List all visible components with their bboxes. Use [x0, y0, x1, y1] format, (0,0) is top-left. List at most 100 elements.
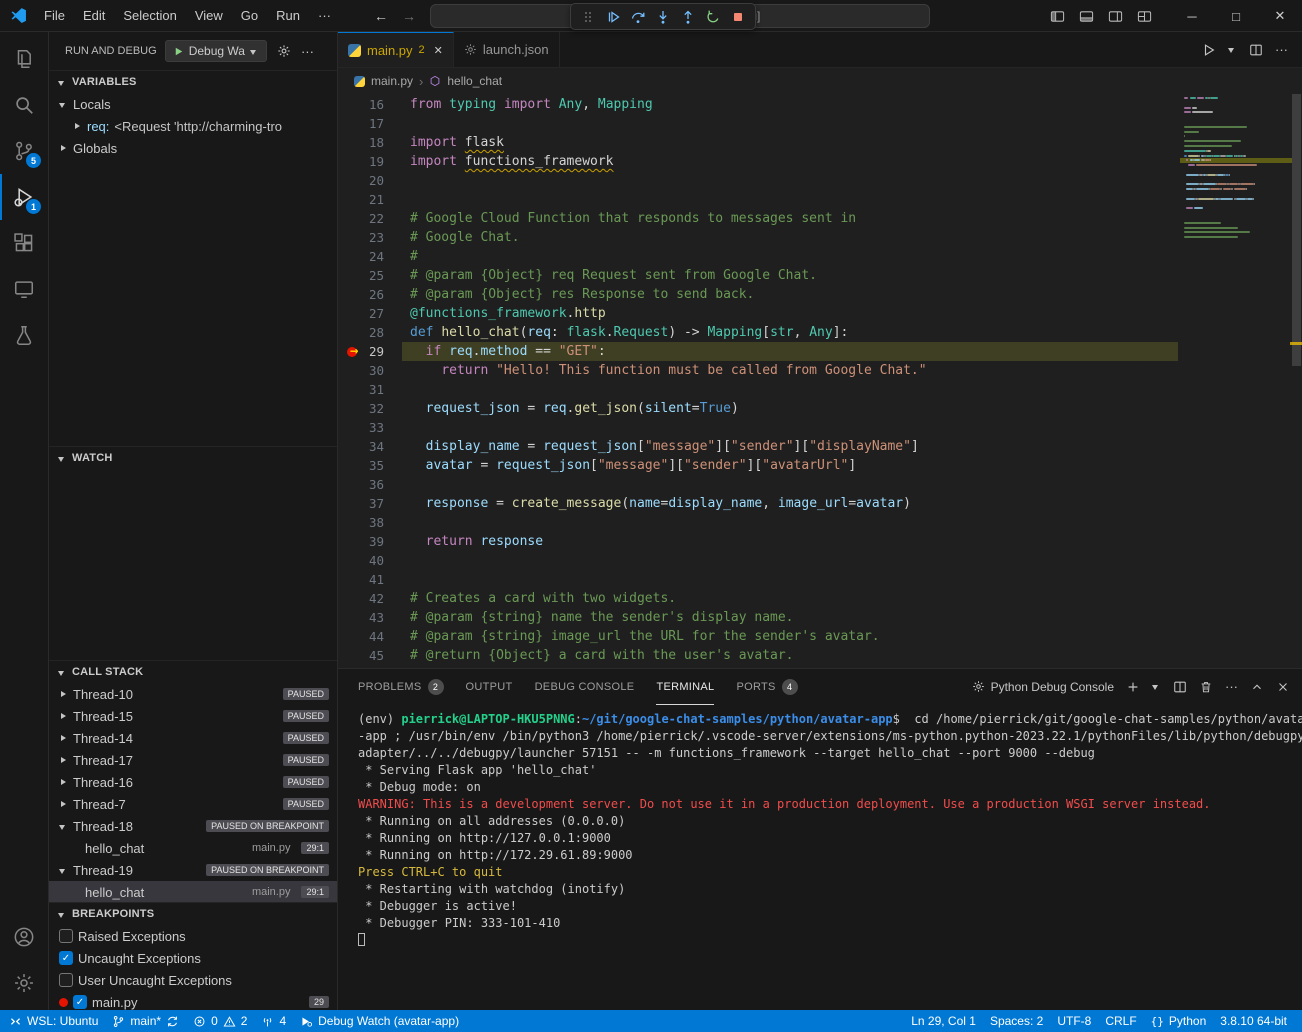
callstack-row-hello_chat[interactable]: hello_chatmain.py29:1 [49, 837, 337, 859]
debug-status[interactable]: Debug Watch (avatar-app) [293, 1010, 466, 1032]
gutter-17[interactable]: 17 [338, 114, 402, 133]
code-line-22[interactable]: 22# Google Cloud Function that responds … [338, 209, 1178, 228]
code-line-16[interactable]: 16from typing import Any, Mapping [338, 95, 1178, 114]
encoding-setting[interactable]: UTF-8 [1050, 1010, 1098, 1032]
tab-main-py[interactable]: main.py 2 ✕ [338, 32, 454, 67]
gutter-16[interactable]: 16 [338, 95, 402, 114]
python-interpreter[interactable]: 3.8.10 64-bit [1213, 1010, 1294, 1032]
code-line-36[interactable]: 36 [338, 475, 1178, 494]
code-line-31[interactable]: 31 [338, 380, 1178, 399]
code-line-19[interactable]: 19import functions_framework [338, 152, 1178, 171]
gutter-34[interactable]: 34 [338, 437, 402, 456]
terminal-output[interactable]: (env) pierrick@LAPTOP-HKU5PNNG:~/git/goo… [338, 704, 1302, 1010]
launch-config-dropdown[interactable]: Debug Wa [165, 40, 267, 62]
gutter-35[interactable]: 35 [338, 456, 402, 475]
callstack-row-thread-16[interactable]: Thread-16PAUSED [49, 771, 337, 793]
breakpoint-checkbox[interactable]: ✓ [59, 951, 73, 965]
code-line-33[interactable]: 33 [338, 418, 1178, 437]
variable-row-globals[interactable]: Globals [49, 137, 337, 159]
gutter-31[interactable]: 31 [338, 380, 402, 399]
explorer-icon[interactable] [0, 36, 48, 82]
callstack-row-thread-15[interactable]: Thread-15PAUSED [49, 705, 337, 727]
code-line-20[interactable]: 20 [338, 171, 1178, 190]
code-line-29[interactable]: →29 if req.method == "GET": [338, 342, 1178, 361]
gutter-36[interactable]: 36 [338, 475, 402, 494]
gutter-40[interactable]: 40 [338, 551, 402, 570]
menu-item-5[interactable]: Run [267, 0, 309, 32]
gutter-19[interactable]: 19 [338, 152, 402, 171]
code-line-37[interactable]: 37 response = create_message(name=displa… [338, 494, 1178, 513]
kill-terminal-icon[interactable] [1199, 680, 1213, 694]
code-line-25[interactable]: 25# @param {Object} req Request sent fro… [338, 266, 1178, 285]
panel-tab-problems[interactable]: PROBLEMS2 [358, 669, 444, 704]
run-file-icon[interactable] [1202, 43, 1216, 57]
branch-indicator[interactable]: main* [105, 1010, 186, 1032]
step-over-icon[interactable] [627, 6, 649, 28]
variables-header[interactable]: VARIABLES [49, 71, 337, 93]
code-line-45[interactable]: 45# @return {Object} a card with the use… [338, 646, 1178, 665]
breakpoint-checkbox[interactable] [59, 973, 73, 987]
code-line-21[interactable]: 21 [338, 190, 1178, 209]
code-line-42[interactable]: 42# Creates a card with two widgets. [338, 589, 1178, 608]
close-tab-icon[interactable]: ✕ [434, 44, 443, 57]
gutter-22[interactable]: 22 [338, 209, 402, 228]
gutter-25[interactable]: 25 [338, 266, 402, 285]
eol-setting[interactable]: CRLF [1098, 1010, 1143, 1032]
code-line-18[interactable]: 18import flask [338, 133, 1178, 152]
menu-item-2[interactable]: Selection [114, 0, 185, 32]
gutter-45[interactable]: 45 [338, 646, 402, 665]
restart-icon[interactable] [702, 6, 724, 28]
gutter-18[interactable]: 18 [338, 133, 402, 152]
breakpoints-header[interactable]: BREAKPOINTS [49, 903, 337, 925]
code-line-27[interactable]: 27@functions_framework.http [338, 304, 1178, 323]
code-line-17[interactable]: 17 [338, 114, 1178, 133]
breadcrumb-file[interactable]: main.py [371, 74, 413, 88]
indentation-setting[interactable]: Spaces: 2 [983, 1010, 1050, 1032]
gutter-21[interactable]: 21 [338, 190, 402, 209]
scrollbar-thumb[interactable] [1292, 94, 1301, 366]
run-dropdown-icon[interactable] [1228, 45, 1237, 54]
watch-header[interactable]: WATCH [49, 447, 337, 469]
step-out-icon[interactable] [677, 6, 699, 28]
gutter-39[interactable]: 39 [338, 532, 402, 551]
callstack-row-thread-19[interactable]: Thread-19PAUSED ON BREAKPOINT [49, 859, 337, 881]
customize-layout-icon[interactable] [1137, 9, 1152, 24]
panel-tab-terminal[interactable]: TERMINAL [656, 670, 714, 705]
nav-back-icon[interactable]: ← [374, 8, 388, 24]
menu-item-6[interactable]: ··· [309, 0, 340, 32]
gutter-20[interactable]: 20 [338, 171, 402, 190]
accounts-icon[interactable] [0, 914, 48, 960]
menu-item-4[interactable]: Go [232, 0, 267, 32]
split-editor-icon[interactable] [1249, 43, 1263, 57]
debug-settings-gear-icon[interactable] [277, 44, 291, 58]
menu-item-3[interactable]: View [186, 0, 232, 32]
continue-icon[interactable] [602, 6, 624, 28]
ports-indicator[interactable]: 4 [254, 1010, 293, 1032]
code-line-41[interactable]: 41 [338, 570, 1178, 589]
code-line-24[interactable]: 24# [338, 247, 1178, 266]
code-line-44[interactable]: 44# @param {string} image_url the URL fo… [338, 627, 1178, 646]
panel-tab-output[interactable]: OUTPUT [466, 669, 513, 704]
code-line-43[interactable]: 43# @param {string} name the sender's di… [338, 608, 1178, 627]
minimap[interactable] [1184, 97, 1288, 241]
settings-gear-icon[interactable] [0, 960, 48, 1006]
callstack-row-hello_chat[interactable]: hello_chatmain.py29:1 [49, 881, 337, 902]
run-and-debug-icon[interactable]: 1 [0, 174, 48, 220]
toggle-panel-icon[interactable] [1079, 9, 1094, 24]
breakpoint-checkbox[interactable]: ✓ [73, 995, 87, 1009]
code-line-32[interactable]: 32 request_json = req.get_json(silent=Tr… [338, 399, 1178, 418]
editor-scrollbar[interactable] [1290, 94, 1302, 668]
toolbar-grabber[interactable] [577, 6, 599, 28]
stop-icon[interactable] [727, 6, 749, 28]
breakpoint-row-1[interactable]: ✓Uncaught Exceptions [49, 947, 337, 969]
minimize-button[interactable]: ─ [1170, 0, 1214, 32]
testing-icon[interactable] [0, 312, 48, 358]
terminal-profile[interactable]: Python Debug Console [972, 680, 1114, 694]
gutter-37[interactable]: 37 [338, 494, 402, 513]
breakpoint-row-2[interactable]: User Uncaught Exceptions [49, 969, 337, 991]
editor-more-icon[interactable]: ··· [1275, 42, 1288, 57]
callstack-row-thread-10[interactable]: Thread-10PAUSED [49, 683, 337, 705]
callstack-row-thread-18[interactable]: Thread-18PAUSED ON BREAKPOINT [49, 815, 337, 837]
source-control-icon[interactable]: 5 [0, 128, 48, 174]
gutter-24[interactable]: 24 [338, 247, 402, 266]
